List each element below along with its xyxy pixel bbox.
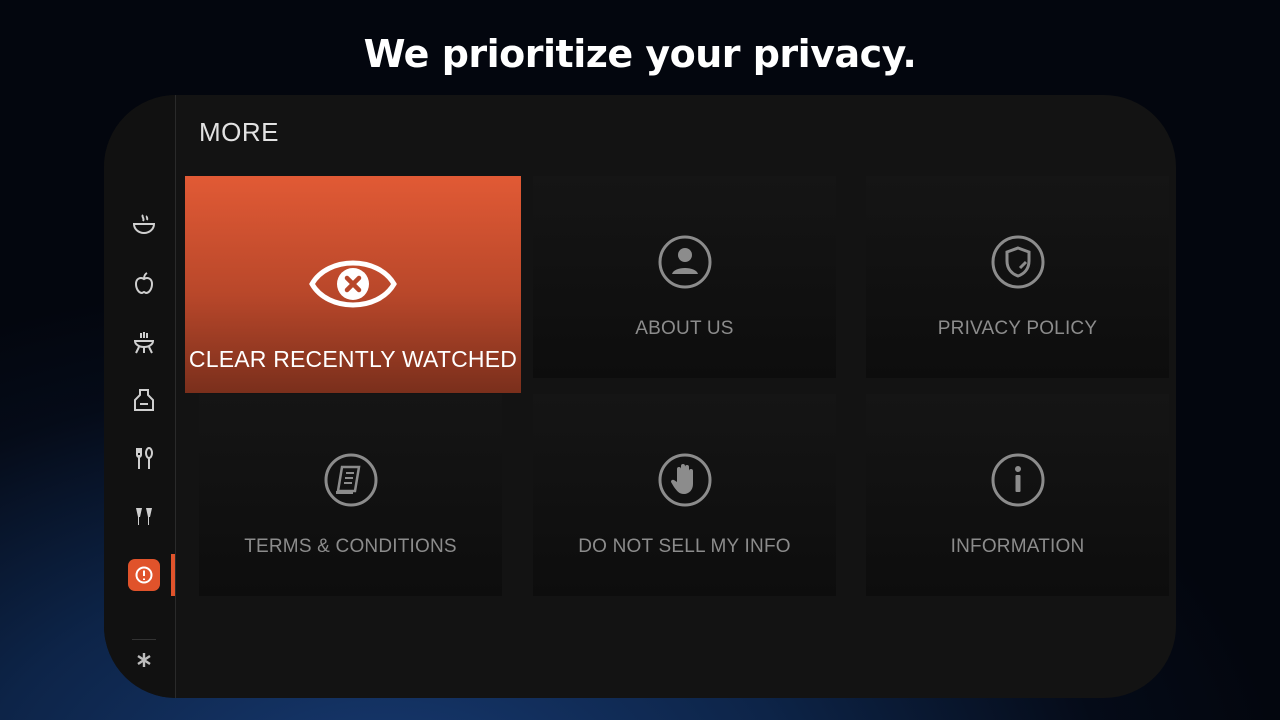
rail-active-indicator [171, 554, 175, 596]
section-title: MORE [199, 117, 279, 147]
info-circle-icon[interactable] [128, 559, 160, 591]
tile-about-us[interactable]: ABOUT US [533, 176, 836, 378]
fork-spoon-icon[interactable] [124, 438, 164, 478]
tile-terms-conditions[interactable]: TERMS & CONDITIONS [199, 394, 502, 596]
info-icon [991, 453, 1044, 507]
asterisk-icon[interactable] [124, 640, 164, 680]
document-icon [324, 453, 377, 507]
person-icon [658, 235, 711, 289]
tile-label: PRIVACY POLICY [937, 318, 1098, 339]
bowl-icon[interactable] [124, 204, 164, 244]
tile-label: ABOUT US [635, 318, 734, 339]
hand-icon [658, 453, 711, 507]
tile-label: CLEAR RECENTLY WATCHED [188, 346, 518, 372]
headline: We prioritize your privacy. [363, 32, 917, 76]
side-rail [104, 95, 176, 698]
tile-clear-recently-watched[interactable]: CLEAR RECENTLY WATCHED [185, 176, 521, 393]
tile-label: DO NOT SELL MY INFO [578, 536, 791, 557]
wine-glass-icon[interactable] [124, 496, 164, 536]
tv-screen: MORE CLEAR RECENTLY WATCHED ABOUT US PRI… [104, 95, 1176, 698]
tile-label: TERMS & CONDITIONS [244, 536, 457, 557]
eye-x-icon [309, 260, 397, 308]
shield-icon [991, 235, 1044, 289]
tile-information[interactable]: INFORMATION [866, 394, 1169, 596]
grill-icon[interactable] [124, 322, 164, 362]
apron-icon[interactable] [124, 380, 164, 420]
tile-privacy-policy[interactable]: PRIVACY POLICY [866, 176, 1169, 378]
tile-do-not-sell[interactable]: DO NOT SELL MY INFO [533, 394, 836, 596]
tile-label: INFORMATION [950, 536, 1085, 557]
apple-icon[interactable] [124, 263, 164, 303]
